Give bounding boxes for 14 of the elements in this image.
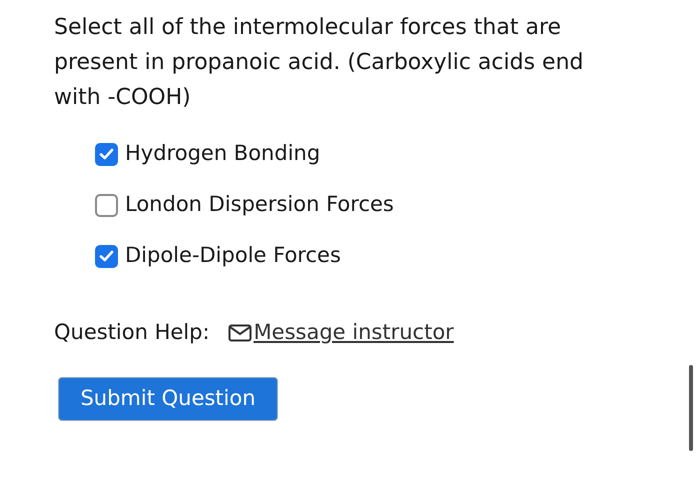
checkbox[interactable] (95, 194, 118, 216)
question-text: Select all of the intermolecular forces that are present in propanoic acid. (Carboxylic acids end with -COOH) (54, 14, 584, 112)
checkbox[interactable] (95, 142, 118, 166)
help-label: Question Help: (54, 319, 210, 346)
checkbox[interactable] (95, 244, 118, 268)
mail-icon (228, 324, 252, 342)
check-icon (99, 250, 114, 262)
submit-button[interactable]: Submit Question (58, 376, 278, 420)
option-label: Dipole-Dipole Forces (125, 242, 341, 270)
scrollbar[interactable] (689, 365, 693, 451)
option-label: Hydrogen Bonding (125, 140, 320, 168)
message-instructor-link[interactable]: Message instructor (228, 317, 454, 348)
check-icon (99, 148, 114, 160)
option-label: London Dispersion Forces (125, 191, 394, 218)
